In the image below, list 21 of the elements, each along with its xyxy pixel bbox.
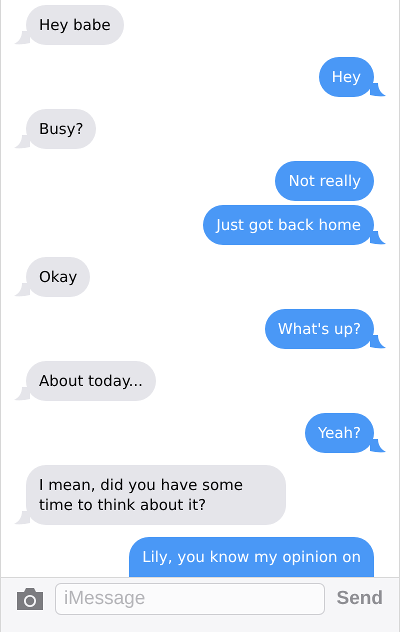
message-bubble: Hey — [318, 57, 374, 97]
message-bubble: Hey babe — [26, 5, 124, 45]
bubble-tail — [14, 387, 30, 401]
bubble-tail — [14, 135, 30, 149]
bubble-tail — [14, 283, 30, 297]
bubble-tail — [14, 31, 30, 45]
bubble-tail — [14, 511, 30, 525]
message-bubble: Yeah? — [304, 413, 374, 453]
bubble-tail — [370, 439, 386, 453]
message-bubble: About today... — [26, 361, 156, 401]
bubble-tail — [370, 231, 386, 245]
message-bubble: Just got back home — [203, 205, 374, 245]
bubble-tail — [370, 83, 386, 97]
bubble-tail — [370, 335, 386, 349]
message-bubble: Busy? — [26, 109, 96, 149]
message-bubble: I mean, did you have some time to think about it? — [26, 465, 286, 525]
message-bubble: Not really — [275, 161, 374, 201]
message-field[interactable]: iMessage — [55, 583, 325, 615]
message-bubble: Okay — [26, 257, 90, 297]
camera-icon[interactable] — [15, 587, 45, 611]
message-bubble: What's up? — [264, 309, 374, 349]
